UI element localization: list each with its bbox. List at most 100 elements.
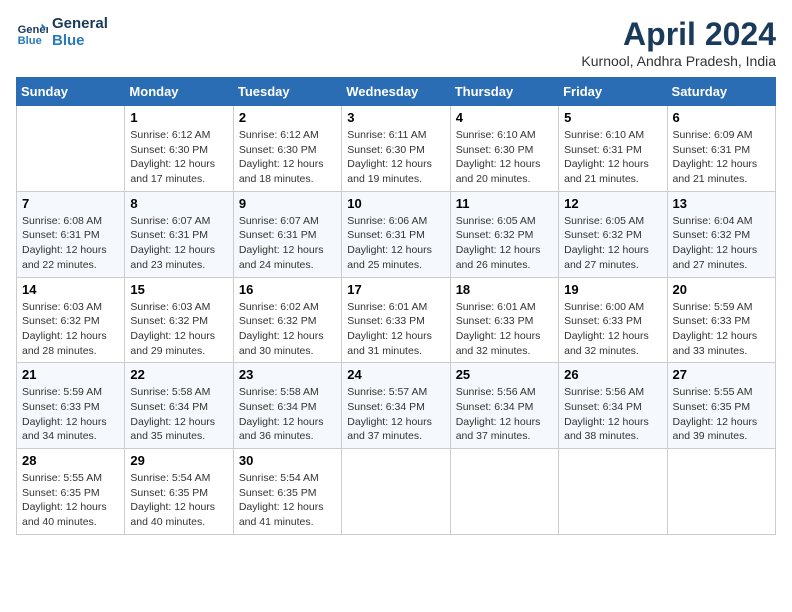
day-info: Sunrise: 6:05 AMSunset: 6:32 PMDaylight:… [456, 214, 553, 273]
day-number: 21 [22, 367, 119, 382]
calendar-week-4: 21 Sunrise: 5:59 AMSunset: 6:33 PMDayligh… [17, 363, 776, 449]
calendar-cell: 30 Sunrise: 5:54 AMSunset: 6:35 PMDayligh… [233, 449, 341, 535]
logo-text: General Blue [52, 16, 108, 49]
calendar-cell: 14 Sunrise: 6:03 AMSunset: 6:32 PMDayligh… [17, 277, 125, 363]
calendar-cell: 27 Sunrise: 5:55 AMSunset: 6:35 PMDayligh… [667, 363, 775, 449]
day-info: Sunrise: 6:00 AMSunset: 6:33 PMDaylight:… [564, 300, 661, 359]
day-info: Sunrise: 5:55 AMSunset: 6:35 PMDaylight:… [22, 471, 119, 530]
day-info: Sunrise: 6:12 AMSunset: 6:30 PMDaylight:… [130, 128, 227, 187]
calendar-cell: 18 Sunrise: 6:01 AMSunset: 6:33 PMDayligh… [450, 277, 558, 363]
day-number: 11 [456, 196, 553, 211]
month-title: April 2024 [581, 16, 776, 53]
calendar-cell: 23 Sunrise: 5:58 AMSunset: 6:34 PMDayligh… [233, 363, 341, 449]
day-number: 5 [564, 110, 661, 125]
logo-icon: General Blue [16, 17, 48, 49]
day-number: 6 [673, 110, 770, 125]
day-number: 23 [239, 367, 336, 382]
day-number: 9 [239, 196, 336, 211]
day-info: Sunrise: 5:59 AMSunset: 6:33 PMDaylight:… [22, 385, 119, 444]
day-number: 10 [347, 196, 444, 211]
day-number: 19 [564, 282, 661, 297]
calendar-cell [17, 106, 125, 192]
calendar-cell [450, 449, 558, 535]
day-info: Sunrise: 6:05 AMSunset: 6:32 PMDaylight:… [564, 214, 661, 273]
day-number: 24 [347, 367, 444, 382]
calendar-week-5: 28Sunrise: 5:55 AMSunset: 6:35 PMDayligh… [17, 449, 776, 535]
calendar-cell: 26 Sunrise: 5:56 AMSunset: 6:34 PMDayligh… [559, 363, 667, 449]
calendar-cell: 2 Sunrise: 6:12 AMSunset: 6:30 PMDaylight… [233, 106, 341, 192]
calendar-table: SundayMondayTuesdayWednesdayThursdayFrid… [16, 77, 776, 535]
calendar-cell: 28Sunrise: 5:55 AMSunset: 6:35 PMDayligh… [17, 449, 125, 535]
weekday-header-row: SundayMondayTuesdayWednesdayThursdayFrid… [17, 78, 776, 106]
calendar-cell: 10 Sunrise: 6:06 AMSunset: 6:31 PMDayligh… [342, 191, 450, 277]
calendar-cell: 20 Sunrise: 5:59 AMSunset: 6:33 PMDayligh… [667, 277, 775, 363]
day-number: 12 [564, 196, 661, 211]
day-info: Sunrise: 5:54 AMSunset: 6:35 PMDaylight:… [130, 471, 227, 530]
calendar-cell: 6 Sunrise: 6:09 AMSunset: 6:31 PMDaylight… [667, 106, 775, 192]
calendar-cell: 13 Sunrise: 6:04 AMSunset: 6:32 PMDayligh… [667, 191, 775, 277]
page-header: General Blue General Blue April 2024 Kur… [16, 16, 776, 69]
calendar-cell: 11 Sunrise: 6:05 AMSunset: 6:32 PMDayligh… [450, 191, 558, 277]
day-info: Sunrise: 6:07 AMSunset: 6:31 PMDaylight:… [130, 214, 227, 273]
calendar-cell: 29 Sunrise: 5:54 AMSunset: 6:35 PMDayligh… [125, 449, 233, 535]
day-number: 20 [673, 282, 770, 297]
calendar-cell: 16 Sunrise: 6:02 AMSunset: 6:32 PMDayligh… [233, 277, 341, 363]
day-info: Sunrise: 5:56 AMSunset: 6:34 PMDaylight:… [564, 385, 661, 444]
day-info: Sunrise: 6:10 AMSunset: 6:31 PMDaylight:… [564, 128, 661, 187]
day-info: Sunrise: 6:11 AMSunset: 6:30 PMDaylight:… [347, 128, 444, 187]
day-number: 3 [347, 110, 444, 125]
calendar-cell: 3 Sunrise: 6:11 AMSunset: 6:30 PMDaylight… [342, 106, 450, 192]
calendar-cell: 17Sunrise: 6:01 AMSunset: 6:33 PMDayligh… [342, 277, 450, 363]
day-info: Sunrise: 6:04 AMSunset: 6:32 PMDaylight:… [673, 214, 770, 273]
day-number: 17 [347, 282, 444, 297]
calendar-week-2: 7Sunrise: 6:08 AMSunset: 6:31 PMDaylight… [17, 191, 776, 277]
weekday-header-saturday: Saturday [667, 78, 775, 106]
day-number: 27 [673, 367, 770, 382]
day-info: Sunrise: 6:12 AMSunset: 6:30 PMDaylight:… [239, 128, 336, 187]
calendar-body: 1 Sunrise: 6:12 AMSunset: 6:30 PMDaylight… [17, 106, 776, 535]
logo: General Blue General Blue [16, 16, 108, 49]
title-block: April 2024 Kurnool, Andhra Pradesh, Indi… [581, 16, 776, 69]
calendar-cell [559, 449, 667, 535]
day-number: 25 [456, 367, 553, 382]
day-info: Sunrise: 6:03 AMSunset: 6:32 PMDaylight:… [22, 300, 119, 359]
day-number: 2 [239, 110, 336, 125]
day-info: Sunrise: 5:54 AMSunset: 6:35 PMDaylight:… [239, 471, 336, 530]
day-info: Sunrise: 5:59 AMSunset: 6:33 PMDaylight:… [673, 300, 770, 359]
day-info: Sunrise: 6:07 AMSunset: 6:31 PMDaylight:… [239, 214, 336, 273]
calendar-cell: 12 Sunrise: 6:05 AMSunset: 6:32 PMDayligh… [559, 191, 667, 277]
calendar-cell: 9 Sunrise: 6:07 AMSunset: 6:31 PMDaylight… [233, 191, 341, 277]
day-info: Sunrise: 6:03 AMSunset: 6:32 PMDaylight:… [130, 300, 227, 359]
day-number: 1 [130, 110, 227, 125]
weekday-header-thursday: Thursday [450, 78, 558, 106]
day-number: 7 [22, 196, 119, 211]
day-info: Sunrise: 6:01 AMSunset: 6:33 PMDaylight:… [456, 300, 553, 359]
calendar-cell: 22 Sunrise: 5:58 AMSunset: 6:34 PMDayligh… [125, 363, 233, 449]
calendar-cell: 4 Sunrise: 6:10 AMSunset: 6:30 PMDaylight… [450, 106, 558, 192]
day-number: 29 [130, 453, 227, 468]
day-number: 16 [239, 282, 336, 297]
day-info: Sunrise: 6:09 AMSunset: 6:31 PMDaylight:… [673, 128, 770, 187]
day-info: Sunrise: 5:58 AMSunset: 6:34 PMDaylight:… [130, 385, 227, 444]
weekday-header-sunday: Sunday [17, 78, 125, 106]
day-number: 18 [456, 282, 553, 297]
day-number: 13 [673, 196, 770, 211]
day-number: 22 [130, 367, 227, 382]
day-number: 4 [456, 110, 553, 125]
weekday-header-friday: Friday [559, 78, 667, 106]
day-info: Sunrise: 6:02 AMSunset: 6:32 PMDaylight:… [239, 300, 336, 359]
day-info: Sunrise: 5:58 AMSunset: 6:34 PMDaylight:… [239, 385, 336, 444]
day-info: Sunrise: 5:55 AMSunset: 6:35 PMDaylight:… [673, 385, 770, 444]
calendar-cell: 24Sunrise: 5:57 AMSunset: 6:34 PMDayligh… [342, 363, 450, 449]
calendar-cell: 25Sunrise: 5:56 AMSunset: 6:34 PMDayligh… [450, 363, 558, 449]
day-number: 14 [22, 282, 119, 297]
day-number: 8 [130, 196, 227, 211]
calendar-cell: 19 Sunrise: 6:00 AMSunset: 6:33 PMDayligh… [559, 277, 667, 363]
day-number: 26 [564, 367, 661, 382]
calendar-cell: 15Sunrise: 6:03 AMSunset: 6:32 PMDayligh… [125, 277, 233, 363]
day-info: Sunrise: 6:10 AMSunset: 6:30 PMDaylight:… [456, 128, 553, 187]
calendar-week-1: 1 Sunrise: 6:12 AMSunset: 6:30 PMDaylight… [17, 106, 776, 192]
day-info: Sunrise: 6:06 AMSunset: 6:31 PMDaylight:… [347, 214, 444, 273]
day-number: 30 [239, 453, 336, 468]
calendar-cell: 21 Sunrise: 5:59 AMSunset: 6:33 PMDayligh… [17, 363, 125, 449]
